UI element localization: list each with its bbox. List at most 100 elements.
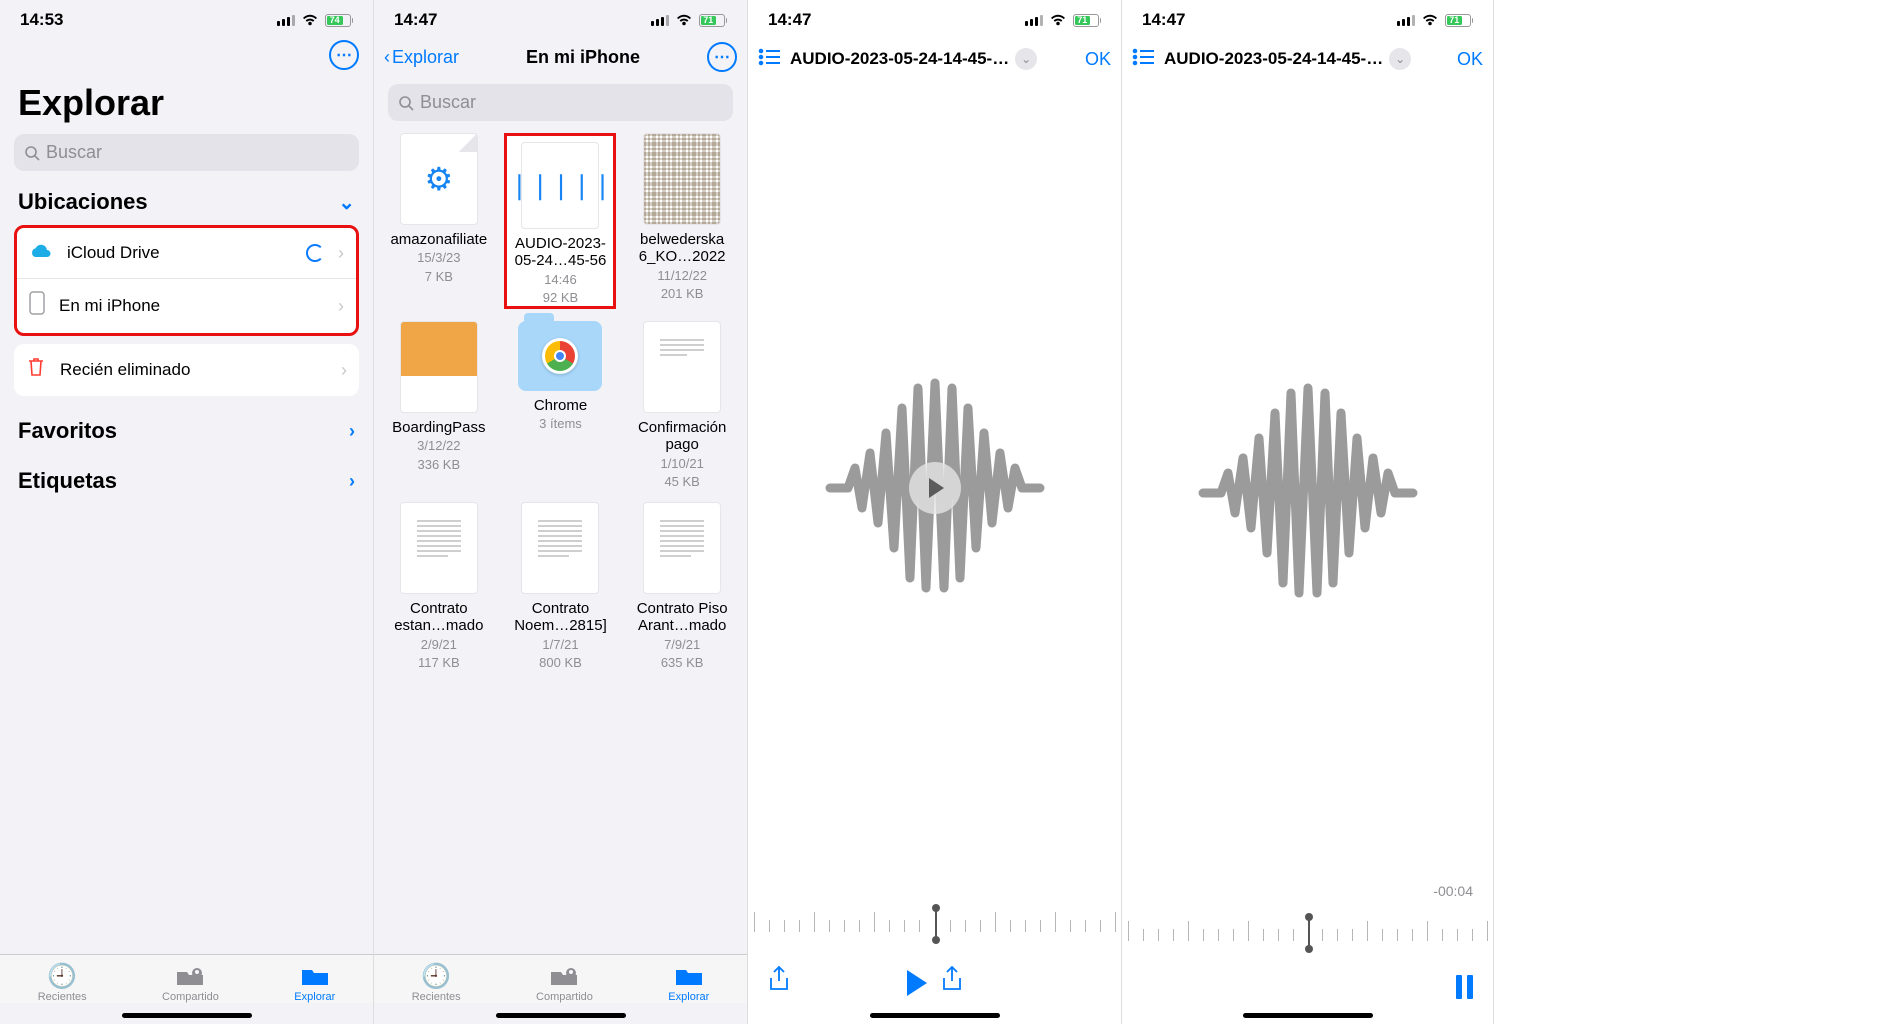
page-title: Explorar: [0, 74, 373, 134]
battery-icon: 71: [1073, 14, 1102, 27]
clock-icon: 🕘: [47, 963, 77, 989]
file-size: 7 KB: [425, 269, 453, 285]
list-view-button[interactable]: [1132, 46, 1156, 72]
audio-scrubber[interactable]: -00:04: [1122, 903, 1493, 963]
scrubber-handle[interactable]: [935, 908, 937, 940]
play-button[interactable]: [907, 970, 927, 996]
file-title: AUDIO-2023-05-24-14-45-…: [790, 49, 1009, 69]
wifi-icon: [301, 13, 319, 27]
file-size: 92 KB: [543, 290, 578, 306]
nav-bar: AUDIO-2023-05-24-14-45-… ⌄ OK: [748, 36, 1121, 82]
audio-preview-playing: 14:47 71 AUDIO-2023-05-24-14-45-… ⌄ OK -…: [1122, 0, 1494, 1024]
file-item[interactable]: Contrato Piso Arant…mado7/9/21635 KB: [621, 498, 743, 675]
scrubber-handle[interactable]: [1308, 917, 1310, 949]
locations-list: iCloud Drive › En mi iPhone ›: [14, 225, 359, 336]
iphone-icon: [29, 291, 45, 321]
tab-recientes[interactable]: 🕘Recientes: [412, 963, 461, 1003]
file-name: Contrato Noem…2815]: [505, 600, 615, 635]
tab-compartido[interactable]: Compartido: [162, 963, 219, 1003]
more-button[interactable]: ⋯: [329, 40, 359, 70]
recently-deleted[interactable]: Recién eliminado ›: [14, 344, 359, 396]
share-button[interactable]: [768, 966, 790, 999]
location-on-my-iphone[interactable]: En mi iPhone ›: [17, 279, 356, 333]
file-grid: ⚙amazonafiliate15/3/237 KB❘❘❘❘❘❘❘❘❘AUDIO…: [374, 121, 747, 683]
file-item[interactable]: BoardingPass3/12/22336 KB: [378, 317, 500, 494]
file-title-dropdown[interactable]: AUDIO-2023-05-24-14-45-… ⌄: [790, 48, 1077, 70]
nav-bar: ‹Explorar En mi iPhone ⋯: [374, 36, 747, 78]
battery-icon: 71: [699, 14, 728, 27]
file-date: 3 ítems: [539, 416, 582, 432]
pause-button[interactable]: [1456, 975, 1473, 999]
tab-bar: 🕘Recientes Compartido Explorar: [374, 954, 747, 1003]
file-item[interactable]: belwederska 6_KO…202211/12/22201 KB: [621, 129, 743, 313]
file-item[interactable]: ⚙amazonafiliate15/3/237 KB: [378, 129, 500, 313]
search-icon: [398, 95, 414, 111]
wifi-icon: [1421, 13, 1439, 27]
tab-recientes[interactable]: 🕘Recientes: [38, 963, 87, 1003]
file-item[interactable]: Contrato estan…mado2/9/21117 KB: [378, 498, 500, 675]
home-indicator[interactable]: [496, 1013, 626, 1018]
file-item[interactable]: Confirmación pago1/10/2145 KB: [621, 317, 743, 494]
list-view-button[interactable]: [758, 46, 782, 72]
audio-controls: [1122, 963, 1493, 1003]
recently-deleted-list: Recién eliminado ›: [14, 344, 359, 396]
audio-waveform-display: [1122, 82, 1493, 903]
wifi-icon: [1049, 13, 1067, 27]
status-right: 74: [277, 13, 354, 27]
file-size: 201 KB: [661, 286, 704, 302]
search-input[interactable]: Buscar: [388, 84, 733, 121]
share-button-secondary[interactable]: [941, 966, 963, 999]
section-ubicaciones[interactable]: Ubicaciones ⌄: [0, 171, 373, 221]
shared-folder-icon: [549, 963, 579, 989]
location-label: En mi iPhone: [59, 296, 160, 316]
chevron-left-icon: ‹: [384, 47, 390, 68]
file-title-dropdown[interactable]: AUDIO-2023-05-24-14-45-… ⌄: [1164, 48, 1449, 70]
file-item[interactable]: ❘❘❘❘❘❘❘❘❘AUDIO-2023-05-24…45-5614:4692 K…: [500, 129, 622, 313]
file-name: belwederska 6_KO…2022: [627, 231, 737, 266]
back-button[interactable]: ‹Explorar: [384, 47, 459, 68]
file-name: Chrome: [534, 397, 587, 414]
cellular-icon: [651, 15, 669, 26]
scrubber-ticks: [754, 908, 1115, 940]
scrubber-ticks: [1128, 917, 1487, 949]
tab-explorar[interactable]: Explorar: [668, 963, 709, 1003]
tab-explorar[interactable]: Explorar: [294, 963, 335, 1003]
tab-bar: 🕘Recientes Compartido Explorar: [0, 954, 373, 1003]
location-icloud[interactable]: iCloud Drive ›: [17, 228, 356, 279]
nav-bar: AUDIO-2023-05-24-14-45-… ⌄ OK: [1122, 36, 1493, 82]
file-date: 1/10/21: [660, 456, 703, 472]
chevron-down-icon: ⌄: [1015, 48, 1037, 70]
done-button[interactable]: OK: [1457, 49, 1483, 70]
play-overlay-button[interactable]: [909, 462, 961, 514]
battery-icon: 71: [1445, 14, 1474, 27]
section-etiquetas[interactable]: Etiquetas ›: [0, 450, 373, 500]
file-size: 45 KB: [664, 474, 699, 490]
file-name: AUDIO-2023-05-24…45-56: [507, 235, 613, 270]
chevron-right-icon: ›: [349, 471, 355, 492]
tab-compartido[interactable]: Compartido: [536, 963, 593, 1003]
status-bar: 14:47 71: [1122, 0, 1493, 36]
syncing-icon: [306, 244, 324, 262]
file-item[interactable]: Chrome 3 ítems: [500, 317, 622, 494]
file-item[interactable]: Contrato Noem…2815]1/7/21800 KB: [500, 498, 622, 675]
waveform-icon: [1193, 383, 1423, 603]
search-input[interactable]: Buscar: [14, 134, 359, 171]
section-favoritos[interactable]: Favoritos ›: [0, 400, 373, 450]
clock: 14:47: [768, 10, 811, 30]
battery-icon: 74: [325, 14, 354, 27]
done-button[interactable]: OK: [1085, 49, 1111, 70]
location-label: Recién eliminado: [60, 360, 190, 380]
file-date: 7/9/21: [664, 637, 700, 653]
cloud-icon: [29, 240, 53, 266]
cellular-icon: [277, 15, 295, 26]
chevron-right-icon: ›: [338, 243, 344, 264]
home-indicator[interactable]: [122, 1013, 252, 1018]
status-bar: 14:53 74: [0, 0, 373, 36]
home-indicator[interactable]: [1243, 1013, 1373, 1018]
file-name: Contrato estan…mado: [384, 600, 494, 635]
more-button[interactable]: ⋯: [707, 42, 737, 72]
folder-icon: [674, 963, 704, 989]
audio-scrubber[interactable]: [748, 894, 1121, 954]
file-size: 117 KB: [418, 655, 460, 671]
home-indicator[interactable]: [870, 1013, 1000, 1018]
